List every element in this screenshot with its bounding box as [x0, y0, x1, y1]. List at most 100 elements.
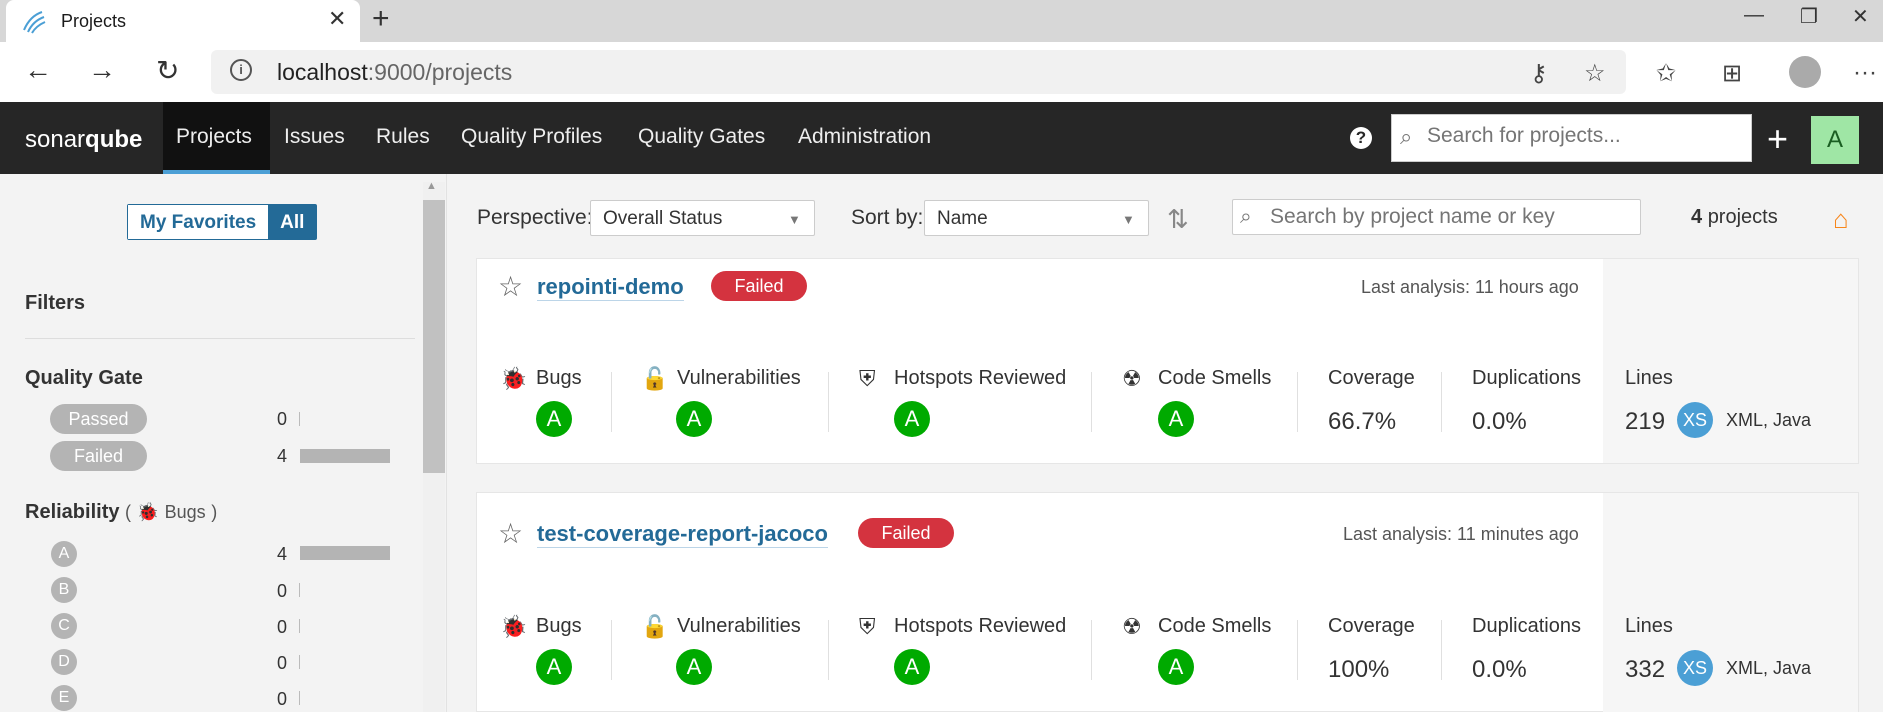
rating-bar-e: [299, 691, 300, 705]
home-icon[interactable]: ⌂: [1833, 204, 1849, 235]
rating-option-d[interactable]: D: [51, 649, 77, 675]
reliability-close-paren: ): [211, 502, 218, 522]
rating-option-b[interactable]: B: [51, 577, 77, 603]
scroll-up-icon[interactable]: ▲: [426, 180, 437, 192]
favorite-star-icon[interactable]: ☆: [1584, 59, 1606, 88]
project-search-input[interactable]: [1270, 205, 1630, 229]
new-tab-icon[interactable]: +: [372, 2, 390, 36]
more-icon[interactable]: ···: [1853, 59, 1877, 87]
project-name-link[interactable]: test-coverage-report-jacoco: [537, 521, 828, 548]
back-icon[interactable]: ←: [24, 54, 52, 86]
rating-option-c[interactable]: C: [51, 613, 77, 639]
facet-option-passed[interactable]: Passed: [50, 404, 147, 434]
collections-icon[interactable]: ⊞: [1722, 59, 1742, 88]
forward-icon[interactable]: →: [88, 54, 116, 86]
nav-rules[interactable]: Rules: [376, 125, 430, 149]
coverage-value[interactable]: 100%: [1328, 656, 1389, 684]
nav-quality-gates[interactable]: Quality Gates: [638, 125, 765, 149]
reliability-facet-title: Reliability ( 🐞 Bugs ): [25, 501, 217, 524]
metric-label-lines: Lines: [1625, 615, 1673, 637]
minimize-icon[interactable]: —: [1744, 4, 1764, 27]
search-icon: ⌕: [1240, 205, 1252, 228]
grade-vulnerabilities[interactable]: A: [676, 649, 712, 685]
metric-label-hotspots[interactable]: Hotspots Reviewed: [894, 367, 1066, 390]
close-window-icon[interactable]: ✕: [1852, 4, 1869, 29]
metric-label-lines: Lines: [1625, 367, 1673, 389]
grade-bugs[interactable]: A: [536, 401, 572, 437]
size-badge: XS: [1677, 402, 1713, 438]
favorite-star-icon[interactable]: ☆: [498, 517, 523, 550]
perspective-label: Perspective:: [477, 206, 593, 229]
rating-option-e[interactable]: E: [51, 685, 77, 711]
metric-label-vulnerabilities[interactable]: Vulnerabilities: [677, 615, 801, 638]
facet-option-failed[interactable]: Failed: [50, 441, 147, 471]
key-icon[interactable]: ⚷: [1530, 59, 1548, 88]
project-count-number: 4: [1691, 206, 1703, 228]
perspective-select[interactable]: Overall Status: [590, 200, 815, 236]
metric-label-coverage[interactable]: Coverage: [1328, 615, 1415, 638]
metric-label-smells[interactable]: Code Smells: [1158, 615, 1271, 638]
rating-count-d: 0: [277, 653, 288, 673]
reliability-title-text: Reliability: [25, 501, 120, 523]
rating-count-e: 0: [277, 689, 288, 709]
sort-select[interactable]: Name: [924, 200, 1149, 236]
grade-vulnerabilities[interactable]: A: [676, 401, 712, 437]
restore-icon[interactable]: ❐: [1800, 4, 1818, 29]
perspective-chevron-down-icon[interactable]: ▼: [788, 212, 801, 227]
user-avatar[interactable]: A: [1811, 116, 1859, 164]
reliability-open-paren: (: [125, 502, 132, 522]
nav-administration[interactable]: Administration: [798, 125, 931, 149]
metric-label-hotspots[interactable]: Hotspots Reviewed: [894, 615, 1066, 638]
url-text[interactable]: localhost:9000/projects: [277, 59, 512, 86]
metric-label-duplications[interactable]: Duplications: [1472, 367, 1581, 390]
refresh-icon[interactable]: ↻: [156, 54, 179, 87]
rating-bar-a: [300, 546, 390, 560]
metric-label-bugs[interactable]: Bugs: [536, 367, 582, 390]
profile-avatar-icon[interactable]: [1789, 56, 1821, 88]
help-icon[interactable]: ?: [1350, 127, 1372, 149]
coverage-value[interactable]: 66.7%: [1328, 408, 1396, 436]
global-search-input[interactable]: [1427, 124, 1747, 148]
create-plus-icon[interactable]: +: [1767, 118, 1788, 160]
shield-icon: ⛨: [859, 614, 876, 639]
filters-title: Filters: [25, 292, 86, 314]
all-button[interactable]: All: [268, 205, 317, 239]
favorite-star-icon[interactable]: ☆: [498, 270, 523, 303]
favorites-list-icon[interactable]: ✩: [1656, 59, 1676, 88]
metric-label-bugs[interactable]: Bugs: [536, 615, 582, 638]
code-smell-icon: ☢: [1122, 614, 1142, 639]
duplications-value[interactable]: 0.0%: [1472, 656, 1527, 684]
metric-label-coverage[interactable]: Coverage: [1328, 367, 1415, 390]
site-info-icon[interactable]: i: [230, 59, 252, 81]
duplications-value[interactable]: 0.0%: [1472, 408, 1527, 436]
code-smell-icon: ☢: [1122, 366, 1142, 391]
sonarqube-logo[interactable]: sonarqube: [25, 126, 142, 154]
nav-projects[interactable]: Projects: [176, 125, 252, 149]
grade-smells[interactable]: A: [1158, 401, 1194, 437]
grade-hotspots[interactable]: A: [894, 649, 930, 685]
project-name-link[interactable]: repointi-demo: [537, 274, 684, 301]
metric-label-vulnerabilities[interactable]: Vulnerabilities: [677, 367, 801, 390]
sort-direction-icon[interactable]: ⇅: [1167, 204, 1189, 235]
size-badge: XS: [1677, 650, 1713, 686]
browser-tab[interactable]: Projects ✕: [6, 0, 360, 42]
metric-divider: [611, 372, 612, 432]
bug-icon: 🐞: [136, 502, 160, 522]
metric-label-duplications[interactable]: Duplications: [1472, 615, 1581, 638]
grade-bugs[interactable]: A: [536, 649, 572, 685]
nav-issues[interactable]: Issues: [284, 125, 345, 149]
rating-count-c: 0: [277, 617, 288, 637]
grade-smells[interactable]: A: [1158, 649, 1194, 685]
my-favorites-button[interactable]: My Favorites: [128, 205, 269, 239]
nav-quality-profiles[interactable]: Quality Profiles: [461, 125, 602, 149]
sort-chevron-down-icon[interactable]: ▼: [1122, 212, 1135, 227]
sidebar-scroll-thumb[interactable]: [423, 200, 445, 473]
favorites-toggle[interactable]: My Favorites All: [127, 204, 318, 240]
metric-label-smells[interactable]: Code Smells: [1158, 367, 1271, 390]
rating-count-b: 0: [277, 581, 288, 601]
rating-option-a[interactable]: A: [51, 541, 77, 567]
grade-hotspots[interactable]: A: [894, 401, 930, 437]
tab-close-icon[interactable]: ✕: [328, 6, 346, 32]
search-icon: ⌕: [1400, 124, 1413, 149]
filters-divider: [25, 338, 415, 339]
